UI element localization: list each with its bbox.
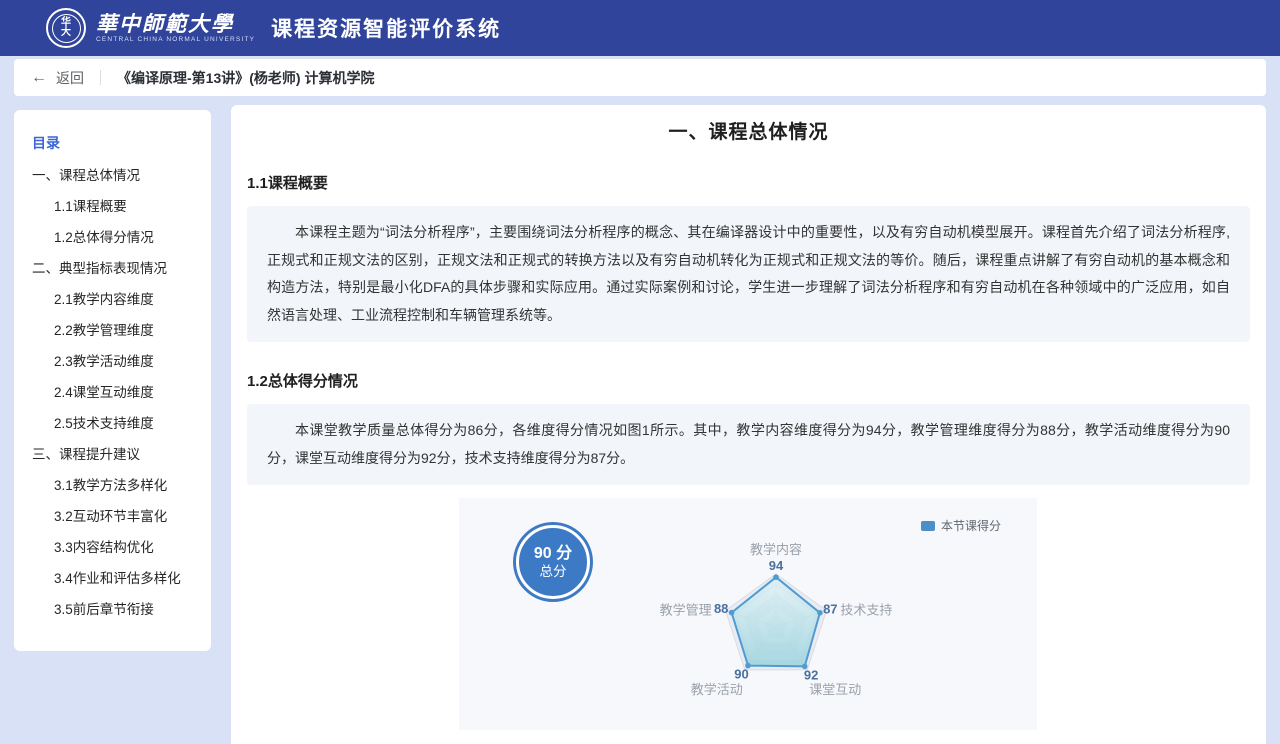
svg-text:课堂互动: 课堂互动: [809, 682, 861, 697]
seal-char-bottom: 大: [61, 28, 71, 38]
course-summary-paragraph: 本课程主题为“词法分析程序”，主要围绕词法分析程序的概念、其在编译器设计中的重要…: [267, 219, 1230, 329]
total-score-label: 总分: [540, 563, 567, 580]
toc-list: 一、课程总体情况 1.1课程概要 1.2总体得分情况 二、典型指标表现情况 2.…: [14, 160, 211, 625]
course-title: 《编译原理-第13讲》(杨老师) 计算机学院: [117, 68, 374, 88]
section-heading-1-1: 1.1课程概要: [247, 172, 1250, 193]
sidebar-item-teaching-activity[interactable]: 2.3教学活动维度: [14, 346, 211, 377]
svg-text:教学内容: 教学内容: [750, 542, 802, 557]
university-name-block: 華中師範大學 CENTRAL CHINA NORMAL UNIVERSITY: [96, 13, 255, 43]
svg-text:技术支持: 技术支持: [840, 603, 892, 618]
chart-legend[interactable]: 本节课得分: [921, 517, 1001, 534]
page-title: 一、课程总体情况: [247, 117, 1250, 144]
sidebar-item-structure-optimize[interactable]: 3.3内容结构优化: [14, 532, 211, 563]
svg-text:88: 88: [714, 601, 728, 616]
sidebar-item-chapter-link[interactable]: 3.5前后章节衔接: [14, 594, 211, 625]
sidebar-item-method-diversity[interactable]: 3.1教学方法多样化: [14, 470, 211, 501]
university-name-cn: 華中師範大學: [96, 13, 255, 35]
svg-text:教学活动: 教学活动: [691, 682, 743, 697]
toc-sidebar: 目录 一、课程总体情况 1.1课程概要 1.2总体得分情况 二、典型指标表现情况…: [14, 110, 211, 651]
app-header: 华 大 華中師範大學 CENTRAL CHINA NORMAL UNIVERSI…: [0, 0, 1280, 56]
sidebar-item-class-interaction[interactable]: 2.4课堂互动维度: [14, 377, 211, 408]
university-logo-icon: 华 大: [46, 8, 86, 48]
overall-score-paragraph: 本课堂教学质量总体得分为86分，各维度得分情况如图1所示。其中，教学内容维度得分…: [267, 417, 1230, 472]
app-title: 课程资源智能评价系统: [271, 13, 501, 43]
sidebar-item-teaching-management[interactable]: 2.2教学管理维度: [14, 315, 211, 346]
back-navigation-bar: ← 返回 《编译原理-第13讲》(杨老师) 计算机学院: [14, 59, 1266, 96]
overall-score-box: 本课堂教学质量总体得分为86分，各维度得分情况如图1所示。其中，教学内容维度得分…: [247, 404, 1250, 485]
radar-chart: 94 87 92 90 88 教学内容技术支持课堂互动 教学活动 教学管理: [626, 517, 926, 729]
page: 华 大 華中師範大學 CENTRAL CHINA NORMAL UNIVERSI…: [0, 0, 1280, 96]
sidebar-item-overall-score[interactable]: 1.2总体得分情况: [14, 222, 211, 253]
svg-text:94: 94: [769, 558, 784, 573]
score-chart-card: 本节课得分 90 分 总分 94 87 92 90 88 教学内容技术支持课堂互动 教学活动…: [459, 498, 1037, 730]
sidebar-item-interaction-enrich[interactable]: 3.2互动环节丰富化: [14, 501, 211, 532]
figure-caption: 图1 课堂教学质量各维度得分情况: [247, 740, 1250, 744]
sidebar-item-teaching-content[interactable]: 2.1教学内容维度: [14, 284, 211, 315]
sidebar-item-suggestions[interactable]: 三、课程提升建议: [14, 439, 211, 470]
toc-title: 目录: [14, 133, 211, 153]
sidebar-item-tech-support[interactable]: 2.5技术支持维度: [14, 408, 211, 439]
svg-text:92: 92: [804, 667, 818, 682]
report-content: 一、课程总体情况 1.1课程概要 本课程主题为“词法分析程序”，主要围绕词法分析…: [231, 105, 1266, 744]
total-score-badge: 90 分 总分: [516, 525, 590, 599]
sidebar-item-course-summary[interactable]: 1.1课程概要: [14, 191, 211, 222]
svg-text:87: 87: [823, 601, 837, 616]
sidebar-item-indicators[interactable]: 二、典型指标表现情况: [14, 253, 211, 284]
course-summary-box: 本课程主题为“词法分析程序”，主要围绕词法分析程序的概念、其在编译器设计中的重要…: [247, 206, 1250, 342]
back-button[interactable]: 返回: [56, 68, 84, 88]
legend-label: 本节课得分: [941, 517, 1001, 534]
svg-text:教学管理: 教学管理: [660, 603, 712, 618]
back-arrow-icon[interactable]: ←: [31, 69, 47, 87]
svg-text:90: 90: [734, 667, 748, 682]
section-heading-1-2: 1.2总体得分情况: [247, 370, 1250, 391]
divider: [100, 70, 101, 85]
university-name-en: CENTRAL CHINA NORMAL UNIVERSITY: [96, 36, 255, 43]
sidebar-item-homework-diversity[interactable]: 3.4作业和评估多样化: [14, 563, 211, 594]
total-score-value: 90 分: [534, 544, 572, 563]
sidebar-item-overview[interactable]: 一、课程总体情况: [14, 160, 211, 191]
university-seal: 华 大: [52, 14, 81, 43]
